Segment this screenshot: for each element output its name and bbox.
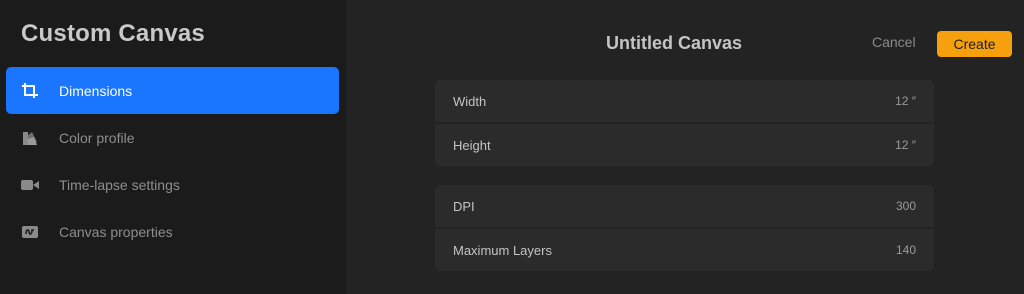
- maximum-layers-label: Maximum Layers: [453, 242, 552, 258]
- sidebar-item-canvas-properties[interactable]: Canvas properties: [6, 208, 339, 255]
- sidebar: Custom Canvas Dimensions Color profile T…: [0, 0, 346, 294]
- sidebar-item-time-lapse-settings[interactable]: Time-lapse settings: [6, 161, 339, 208]
- maximum-layers-row: Maximum Layers 140: [435, 227, 934, 271]
- dpi-value[interactable]: 300: [896, 199, 916, 213]
- dpi-label: DPI: [453, 198, 475, 214]
- width-value[interactable]: 12 ″: [895, 94, 916, 108]
- sidebar-item-label: Canvas properties: [59, 223, 173, 240]
- sidebar-item-label: Time-lapse settings: [59, 176, 180, 193]
- maximum-layers-value: 140: [895, 243, 916, 257]
- video-camera-icon: [17, 175, 43, 195]
- height-label: Height: [453, 137, 491, 153]
- canvas-title: Untitled Canvas: [606, 33, 743, 53]
- resolution-settings-group: DPI 300 Maximum Layers 140: [435, 185, 934, 271]
- sidebar-item-dimensions[interactable]: Dimensions: [6, 67, 339, 114]
- crop-icon: [17, 81, 43, 101]
- sidebar-item-color-profile[interactable]: Color profile: [6, 114, 339, 161]
- color-swatch-icon: [17, 128, 43, 148]
- canvas-properties-icon: [17, 222, 43, 242]
- sidebar-item-label: Color profile: [59, 129, 135, 146]
- sidebar-nav: Dimensions Color profile Time-lapse sett…: [6, 67, 339, 255]
- size-settings-group: Width 12 ″ Height 12 ″: [435, 80, 934, 166]
- width-row[interactable]: Width 12 ″: [435, 80, 934, 122]
- cancel-button[interactable]: Cancel: [872, 34, 916, 50]
- sidebar-item-label: Dimensions: [59, 82, 133, 99]
- dpi-row[interactable]: DPI 300: [435, 185, 934, 227]
- height-value[interactable]: 12 ″: [895, 138, 916, 152]
- width-label: Width: [453, 93, 487, 109]
- create-button[interactable]: Create: [937, 31, 1012, 57]
- height-row[interactable]: Height 12 ″: [435, 122, 934, 166]
- sidebar-title: Custom Canvas: [21, 20, 205, 47]
